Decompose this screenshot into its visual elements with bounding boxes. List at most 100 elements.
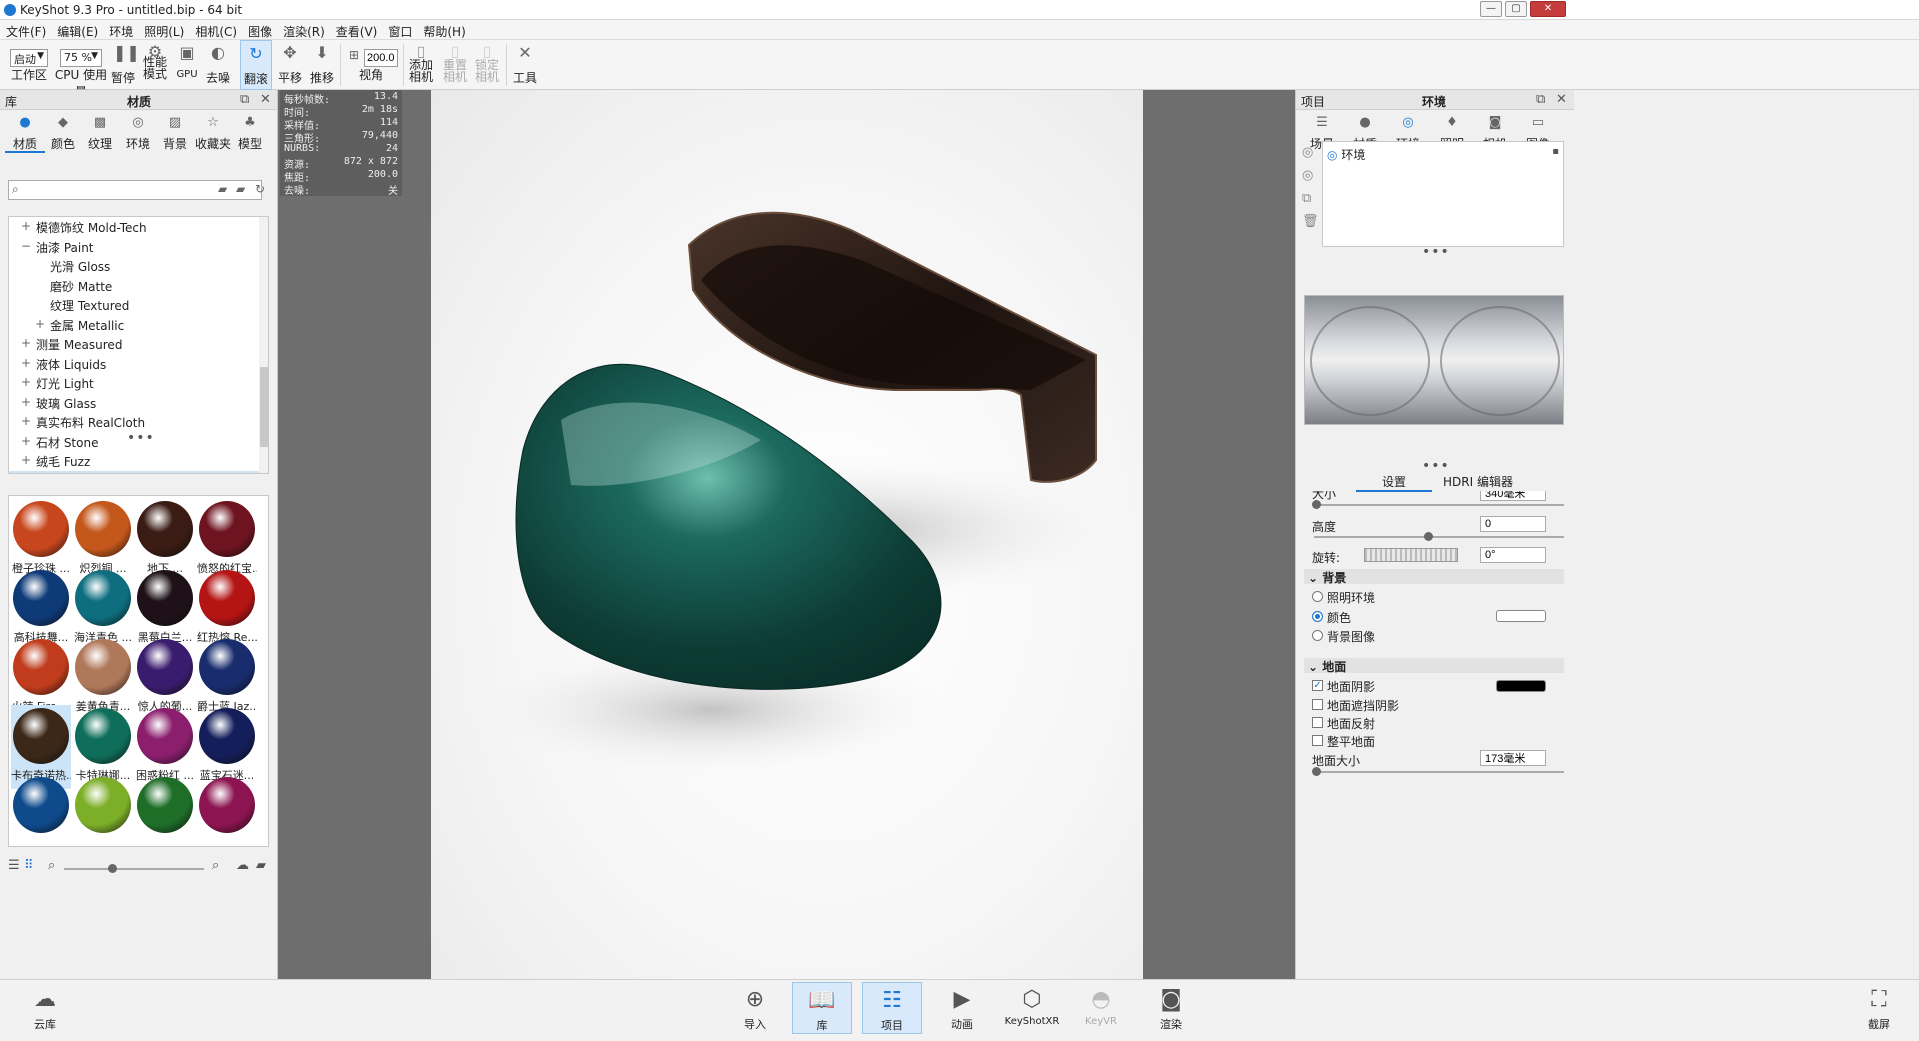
ground-reflection-checkbox[interactable] (1312, 717, 1323, 728)
tab-settings[interactable]: 设置 (1356, 473, 1432, 492)
tab-models[interactable]: ♣ 模型 (230, 113, 270, 153)
expand-toggle-icon[interactable]: + (21, 453, 31, 467)
pause-button[interactable]: ❚❚ 暂停 (110, 40, 140, 90)
close-panel-icon[interactable]: ✕ (1556, 92, 1567, 107)
tree-item[interactable]: + 测量 Measured (9, 334, 268, 353)
expand-toggle-icon[interactable]: + (21, 395, 31, 409)
size-input[interactable] (1480, 491, 1546, 501)
tools-button[interactable]: ✕ 工具 (510, 40, 540, 90)
add-camera-button[interactable]: ⌷ 添加 相机 (406, 40, 436, 90)
denoise-button[interactable]: ◐ 去噪 (204, 40, 232, 90)
flatten-ground-checkbox[interactable] (1312, 735, 1323, 746)
menu-view[interactable]: 查看(V) (330, 20, 383, 40)
folder-add-icon[interactable]: ▰ (256, 858, 266, 873)
zoom-out-icon[interactable]: ⌕ (48, 858, 55, 873)
rotation-input[interactable] (1480, 547, 1546, 563)
expand-toggle-icon[interactable]: + (21, 375, 31, 389)
import-button[interactable]: ⊕ 导入 (728, 982, 782, 1034)
refresh-icon[interactable]: ↻ (255, 182, 265, 196)
render-canvas[interactable] (431, 90, 1143, 979)
splitter-handle-icon[interactable]: ••• (1422, 458, 1450, 474)
cloud-upload-icon[interactable]: ☁ (236, 858, 249, 873)
splitter-handle-icon[interactable]: ••• (1422, 244, 1450, 260)
expand-toggle-icon[interactable]: + (35, 317, 45, 331)
grid-view-icon[interactable]: ⠿ (24, 858, 34, 873)
height-slider-thumb[interactable] (1424, 532, 1433, 541)
lock-camera-button[interactable]: ⌷ 锁定 相机 (472, 40, 502, 90)
tree-item[interactable]: + 玻璃 Glass (9, 393, 268, 412)
menu-environment[interactable]: 环境 (103, 20, 138, 40)
ground-size-slider-thumb[interactable] (1312, 767, 1321, 776)
maximize-button[interactable]: ▢ (1505, 1, 1527, 17)
ground-occlusion-checkbox[interactable] (1312, 699, 1323, 710)
tree-item[interactable]: + 液体 Liquids (9, 354, 268, 373)
tree-item[interactable]: 光滑 Gloss (9, 256, 268, 275)
tab-hdri-editor[interactable]: HDRI 编辑器 (1440, 473, 1516, 490)
folder-open-icon[interactable]: ▰ (218, 182, 227, 196)
tree-item[interactable]: − 艾仕得涂料 Axalta Paint (9, 470, 268, 473)
tab-colors[interactable]: ◆ 颜色 (43, 113, 83, 153)
dolly-button[interactable]: ⬇ 推移 (308, 40, 336, 90)
menu-window[interactable]: 窗口 (382, 20, 417, 40)
menu-edit[interactable]: 编辑(E) (51, 20, 103, 40)
library-button[interactable]: 📖 库 (792, 982, 852, 1034)
tree-scrollbar-thumb[interactable] (260, 367, 268, 447)
real-time-viewport[interactable]: 每秒帧数: 13.4 时间: 2m 18s 采样值: 114 三角形: 79,440 NURBS… (278, 90, 1295, 979)
copy-environment-icon[interactable]: ⧉ (1302, 191, 1318, 214)
height-slider[interactable] (1314, 536, 1564, 538)
expand-toggle-icon[interactable]: + (21, 219, 31, 233)
tree-item[interactable]: + 真实布料 RealCloth (9, 412, 268, 431)
reset-camera-button[interactable]: ⌷ 重置 相机 (440, 40, 470, 90)
material-thumbnail[interactable] (197, 774, 257, 846)
tree-item[interactable]: − 油漆 Paint (9, 237, 268, 256)
ground-section-header[interactable]: ⌄ 地面 (1304, 658, 1564, 674)
material-thumbnail[interactable] (135, 774, 195, 846)
cloud-library-button[interactable]: ☁ 云库 (18, 982, 72, 1034)
bg-color-radio[interactable] (1312, 611, 1323, 622)
menu-file[interactable]: 文件(F) (0, 20, 51, 40)
tab-favorites[interactable]: ☆ 收藏夹 (193, 113, 233, 153)
menu-help[interactable]: 帮助(H) (417, 20, 470, 40)
thumbnail-size-thumb[interactable] (108, 864, 117, 873)
menu-render[interactable]: 渲染(R) (277, 20, 330, 40)
height-input[interactable] (1480, 516, 1546, 532)
environment-list-item[interactable]: ◎ 环境 (1327, 146, 1365, 163)
performance-mode-button[interactable]: ⚙ 性能 模式 (140, 40, 170, 90)
close-button[interactable]: ✕ (1530, 1, 1566, 17)
thumbnail-size-slider[interactable] (64, 868, 204, 870)
tab-materials[interactable]: ● 材质 (5, 113, 45, 153)
tab-textures[interactable]: ▩ 纹理 (80, 113, 120, 153)
expand-toggle-icon[interactable]: + (21, 336, 31, 350)
minimize-button[interactable]: — (1480, 1, 1502, 17)
tree-item[interactable]: + 模德饰纹 Mold-Tech (9, 217, 268, 236)
render-button[interactable]: ◙ 渲染 (1144, 982, 1198, 1034)
expand-toggle-icon[interactable]: − (21, 239, 31, 253)
size-slider-thumb[interactable] (1312, 500, 1321, 509)
material-thumbnail[interactable] (73, 774, 133, 846)
keyvr-button[interactable]: ◓ KeyVR (1074, 982, 1128, 1034)
list-view-icon[interactable]: ☰ (8, 858, 20, 873)
tree-item[interactable]: 磨砂 Matte (9, 276, 268, 295)
shadow-color-swatch[interactable] (1496, 680, 1546, 692)
tumble-button[interactable]: ↻ 翻滚 (240, 40, 272, 90)
hdri-preview[interactable] (1304, 295, 1564, 425)
menu-image[interactable]: 图像 (242, 20, 277, 40)
expand-toggle-icon[interactable]: + (21, 356, 31, 370)
ground-shadow-checkbox[interactable]: ✓ (1312, 680, 1323, 691)
tree-item[interactable]: + 金属 Metallic (9, 315, 268, 334)
ground-size-input[interactable] (1480, 750, 1546, 766)
menu-camera[interactable]: 相机(C) (189, 20, 242, 40)
zoom-in-icon[interactable]: ⌕ (212, 858, 219, 873)
menu-lighting[interactable]: 照明(L) (138, 20, 189, 40)
size-slider[interactable] (1314, 504, 1564, 506)
ground-size-slider[interactable] (1314, 771, 1564, 773)
bg-image-radio[interactable] (1312, 630, 1323, 641)
expand-toggle-icon[interactable]: + (21, 434, 31, 448)
pan-button[interactable]: ✥ 平移 (276, 40, 304, 90)
bg-color-swatch[interactable] (1496, 610, 1546, 622)
lock-icon[interactable]: ▪ (1552, 146, 1559, 157)
splitter-handle-icon[interactable]: ••• (127, 430, 155, 446)
folder-sync-icon[interactable]: ▰ (236, 182, 245, 196)
close-panel-icon[interactable]: ✕ (260, 92, 271, 107)
bg-lighting-env-radio[interactable] (1312, 591, 1323, 602)
